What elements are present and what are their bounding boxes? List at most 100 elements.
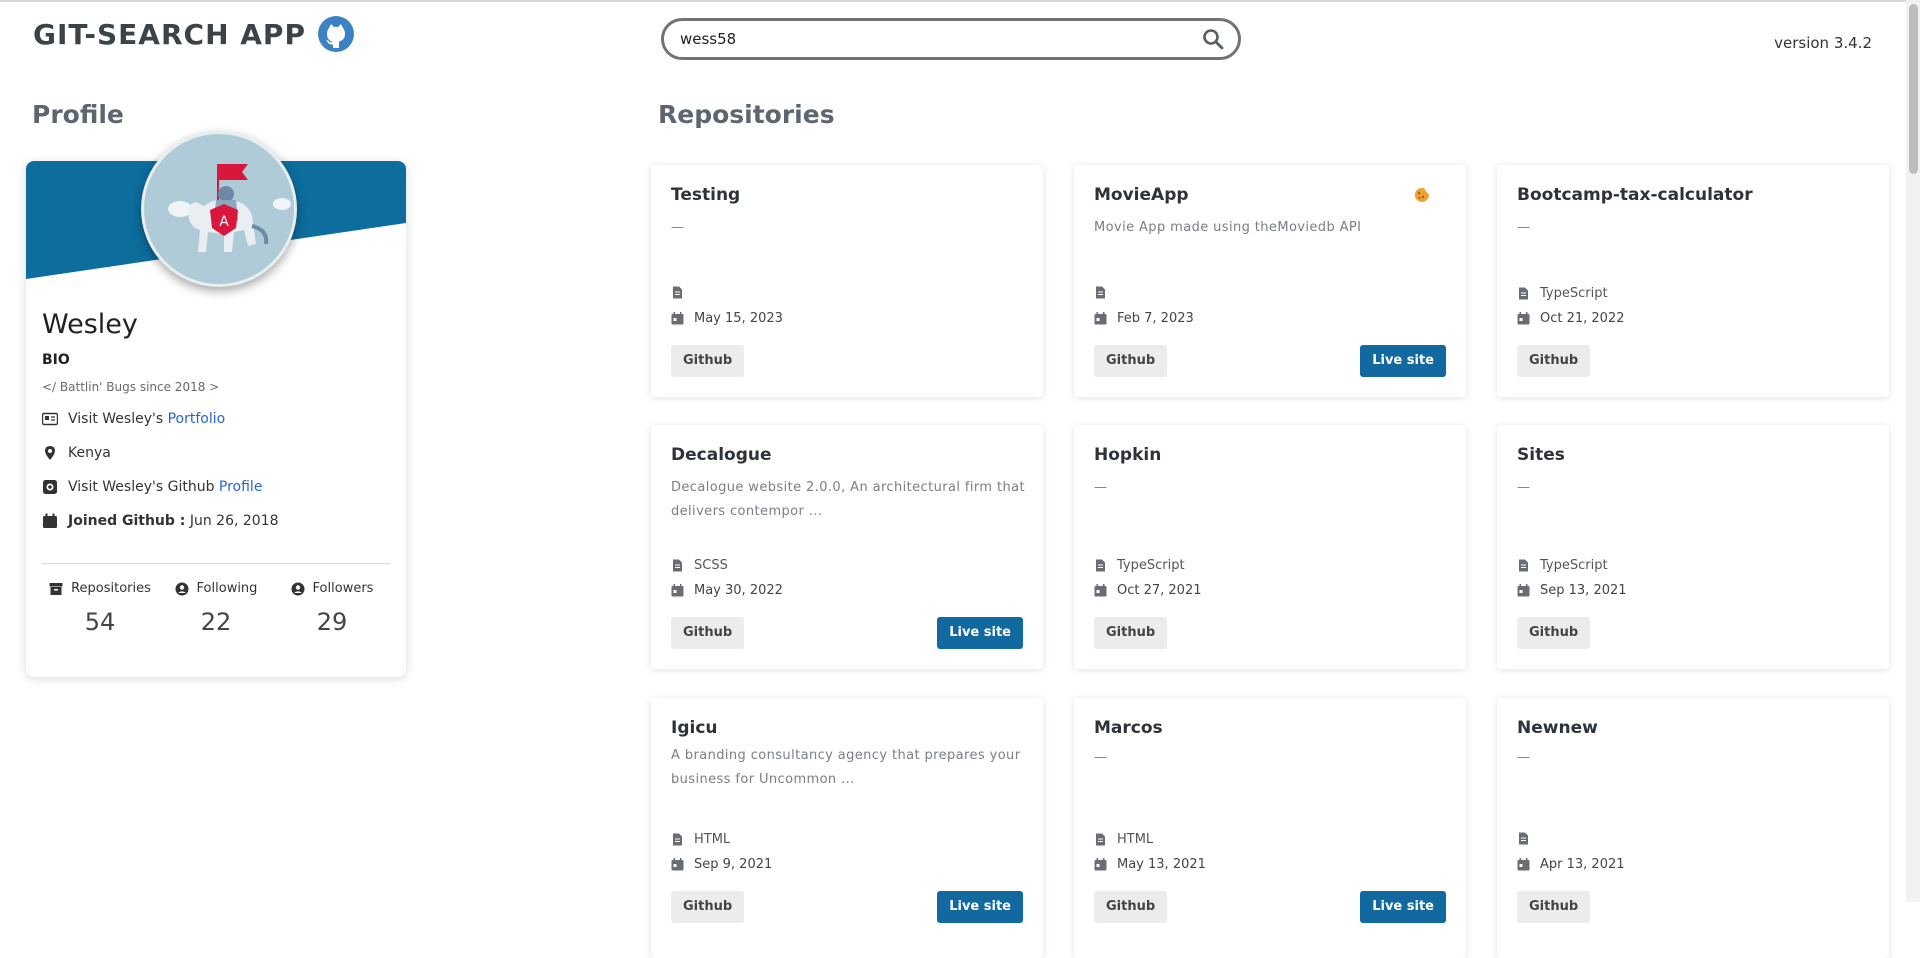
file-icon [673,833,682,846]
cookie-icon [1415,188,1429,202]
portfolio-row: Visit Wesley's Portfolio [42,411,225,427]
search-icon[interactable] [1202,28,1224,50]
repo-name[interactable]: Sites [1517,445,1565,465]
avatar: A [141,131,297,287]
repo-language: SCSS [671,558,728,573]
repo-date-text: Sep 13, 2021 [1540,583,1627,598]
repo-language [1517,832,1540,845]
repo-description: — [1517,220,1531,235]
calendar-icon [43,513,57,528]
repo-card: Hopkin — TypeScript Oct 27, 2021 Github [1074,425,1466,669]
repo-card: Testing — May 15, 2023 Github [651,165,1043,397]
repo-date-text: Sep 9, 2021 [694,857,773,872]
calendar-icon [1517,312,1530,325]
stat-repositories: Repositories 54 [42,581,158,636]
location-text: Kenya [68,445,111,461]
calendar-icon [671,584,684,597]
repo-name[interactable]: Igicu [671,718,718,738]
repositories-count: 54 [84,608,116,636]
calendar-icon [1094,584,1107,597]
user-circle-icon [291,582,305,595]
live-site-button[interactable]: Live site [937,617,1023,649]
github-logo-icon[interactable] [317,16,354,52]
profile-section-title: Profile [32,100,124,129]
repo-date-text: Feb 7, 2023 [1117,311,1194,326]
repo-description: — [1094,480,1108,495]
repo-date-text: Oct 27, 2021 [1117,583,1202,598]
github-button[interactable]: Github [671,617,745,649]
calendar-icon [671,312,684,325]
repo-name[interactable]: Decalogue [671,445,772,465]
file-icon [1519,287,1528,300]
version-label: version 3.4.2 [1774,34,1872,52]
github-profile-link[interactable]: Profile [219,479,263,495]
repo-card: Igicu A branding consultancy agency that… [651,698,1043,958]
repositories-section-title: Repositories [658,100,835,129]
profile-name: Wesley [42,309,138,340]
search-input[interactable] [678,29,1202,49]
repo-name[interactable]: Bootcamp-tax-calculator [1517,185,1753,205]
github-button[interactable]: Github [671,345,745,377]
repo-name[interactable]: Hopkin [1094,445,1161,465]
calendar-icon [671,858,684,871]
repo-card: Bootcamp-tax-calculator — TypeScript Oct… [1497,165,1889,397]
repo-card: Sites — TypeScript Sep 13, 2021 Github [1497,425,1889,669]
repo-description: Movie App made using theMoviedb API [1094,220,1362,235]
file-icon [1096,833,1105,846]
bio-text: </ Battlin' Bugs since 2018 > [42,380,220,394]
repo-name[interactable]: Newnew [1517,718,1598,738]
github-button[interactable]: Github [1517,345,1591,377]
repo-date-text: May 30, 2022 [694,583,783,598]
repo-date: May 15, 2023 [671,311,783,326]
map-pin-icon [45,446,55,460]
repo-language: HTML [1094,832,1153,847]
profile-card: A Wesley BIO </ Battlin' Bugs since 2018… [26,131,406,677]
search-bar[interactable] [661,18,1241,60]
joined-label: Joined Github : [68,513,186,529]
live-site-button[interactable]: Live site [1360,345,1446,377]
repo-language-text: TypeScript [1540,286,1608,301]
stat-following: Following 22 [158,581,274,636]
github-button[interactable]: Github [1094,617,1168,649]
following-count: 22 [200,608,232,636]
repo-date-text: May 15, 2023 [694,311,783,326]
file-icon [673,559,682,572]
angular-knight-illustration: A [168,164,291,252]
vertical-scrollbar[interactable] [1906,0,1920,902]
live-site-button[interactable]: Live site [1360,891,1446,923]
scrollbar-thumb[interactable] [1909,4,1918,174]
calendar-icon [1517,584,1530,597]
repo-language-text: TypeScript [1117,558,1185,573]
bio-label: BIO [42,352,70,368]
github-profile-row: Visit Wesley's Github Profile [42,479,262,495]
repo-language [1094,286,1117,299]
svg-text:A: A [219,214,229,230]
profile-divider [42,563,390,564]
repo-date: Sep 13, 2021 [1517,583,1627,598]
github-button[interactable]: Github [1094,891,1168,923]
github-button[interactable]: Github [1517,891,1591,923]
repo-date: Feb 7, 2023 [1094,311,1194,326]
repo-name[interactable]: MovieApp [1094,185,1189,205]
repo-language: TypeScript [1517,558,1608,573]
repo-language: TypeScript [1094,558,1185,573]
file-icon [1519,559,1528,572]
repo-card: Marcos — HTML May 13, 2021 Github Live s… [1074,698,1466,958]
live-site-button[interactable]: Live site [937,891,1023,923]
github-button[interactable]: Github [1517,617,1591,649]
portfolio-link[interactable]: Portfolio [168,411,226,427]
repo-description: A branding consultancy agency that prepa… [671,748,1021,787]
repo-card: Newnew — Apr 13, 2021 Github [1497,698,1889,958]
repo-language-text: TypeScript [1540,558,1608,573]
repo-description: — [1517,480,1531,495]
app-title: GIT-SEARCH APP [33,17,306,51]
github-square-icon [43,480,57,494]
repo-date: Oct 21, 2022 [1517,311,1625,326]
repo-name[interactable]: Testing [671,185,740,205]
followers-label: Followers [312,581,374,596]
repo-language [671,286,694,299]
github-button[interactable]: Github [671,891,745,923]
repo-name[interactable]: Marcos [1094,718,1163,738]
github-button[interactable]: Github [1094,345,1168,377]
user-circle-icon [175,582,189,595]
